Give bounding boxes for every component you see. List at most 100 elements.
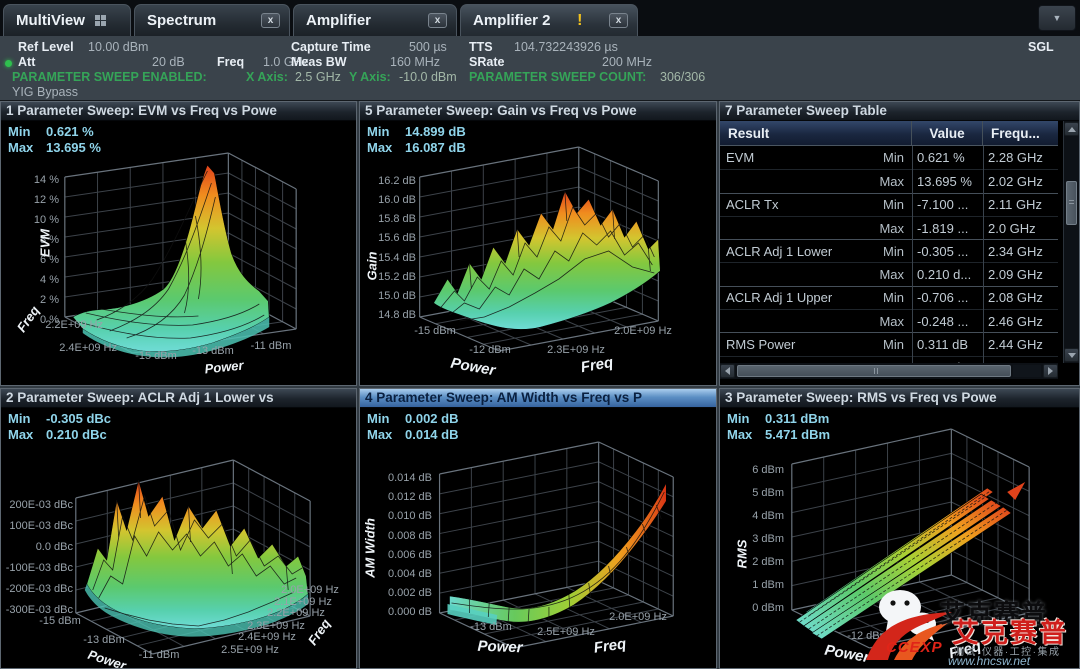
gain-ztick: 15.0 dB	[378, 290, 416, 302]
table-row: ACLR Adj 1 LowerMin-0.305 ...2.34 GHz	[720, 239, 1058, 262]
am-width-max-label: Max	[367, 427, 405, 443]
am-width-ztick: 0.014 dB	[388, 472, 432, 484]
gain-ztick: 16.2 dB	[378, 175, 416, 187]
att-value[interactable]: 20 dB	[152, 55, 185, 70]
panel-am-width-body: Min0.002 dB Max0.014 dB 0.014 dB 0.012 d…	[360, 408, 716, 668]
tab-amplifier-close-icon[interactable]: x	[428, 13, 447, 28]
gain-ztick: 15.4 dB	[378, 252, 416, 264]
capture-time-value[interactable]: 500 µs	[409, 40, 447, 55]
table-vertical-scrollbar[interactable]	[1063, 121, 1079, 363]
srate-value[interactable]: 200 MHz	[602, 55, 652, 70]
scroll-right-button[interactable]	[1043, 364, 1058, 378]
column-header-result[interactable]: Result	[720, 121, 912, 145]
tts-label[interactable]: TTS	[469, 40, 493, 55]
tab-amplifier-2-close-icon[interactable]: x	[609, 13, 628, 28]
am-width-ztick: 0.010 dB	[388, 510, 432, 522]
gain-ytick: 2.3E+09 Hz	[547, 344, 605, 356]
ref-level-label[interactable]: Ref Level	[18, 40, 74, 55]
evm-max-value: 13.695 %	[46, 140, 101, 155]
aclr-max-label: Max	[8, 427, 46, 443]
rms-ztick: 1 dBm	[752, 579, 784, 591]
rms-max-label: Max	[727, 427, 765, 443]
sweep-count-value: 306/306	[660, 70, 705, 85]
tab-multiview[interactable]: MultiView	[3, 4, 131, 36]
aclr-ztick: -200E-03 dBc	[6, 583, 73, 595]
aclr-ztick: 0.0 dBc	[36, 541, 73, 553]
sgl-indicator: SGL	[1028, 40, 1054, 55]
panel-rms-title[interactable]: 3 Parameter Sweep: RMS vs Freq vs Powe	[720, 389, 1079, 408]
table-row: ACLR Adj 1 UpperMin-0.706 ...2.08 GHz	[720, 286, 1058, 309]
rms-z-axis-label: RMS	[735, 540, 750, 569]
tab-bar: MultiView Spectrum x Amplifier x Amplifi…	[0, 0, 1080, 36]
am-width-xtick: -13 dBm	[470, 621, 512, 633]
panel-evm-title[interactable]: 1 Parameter Sweep: EVM vs Freq vs Powe	[1, 102, 356, 121]
yig-bypass-label: YIG Bypass	[12, 85, 78, 100]
panel-gain: 5 Parameter Sweep: Gain vs Freq vs Powe …	[359, 101, 717, 386]
sweep-y-axis-value: -10.0 dBm	[399, 70, 457, 85]
scroll-left-button[interactable]	[720, 364, 735, 378]
panel-aclr-lower: 2 Parameter Sweep: ACLR Adj 1 Lower vs M…	[0, 388, 357, 669]
ref-level-value[interactable]: 10.00 dBm	[88, 40, 148, 55]
att-label[interactable]: Att	[18, 55, 35, 70]
aclr-ytick: 2.0E+09 Hz	[281, 584, 339, 596]
am-width-min-label: Min	[367, 411, 405, 427]
table-row: ACLR TxMin-7.100 ...2.11 GHz	[720, 193, 1058, 216]
aclr-ztick: -100E-03 dBc	[6, 562, 73, 574]
tts-value[interactable]: 104.732243926 µs	[514, 40, 618, 55]
column-header-value[interactable]: Value	[912, 121, 983, 145]
table-body: EVMMin0.621 %2.28 GHz Max13.695 %2.02 GH…	[720, 146, 1058, 363]
rms-min-value: 0.311 dBm	[765, 411, 829, 426]
sweep-x-axis-value: 2.5 GHz	[295, 70, 341, 85]
gain-ztick: 15.8 dB	[378, 213, 416, 225]
evm-ytick: 2.4E+09 Hz	[59, 342, 117, 354]
srate-label[interactable]: SRate	[469, 55, 504, 70]
tab-multiview-label: MultiView	[16, 12, 85, 29]
vertical-scroll-thumb[interactable]	[1066, 181, 1077, 225]
am-width-ztick: 0.006 dB	[388, 549, 432, 561]
tab-overflow-dropdown[interactable]: ▼	[1038, 5, 1076, 31]
freq-label[interactable]: Freq	[217, 55, 244, 70]
aclr-ytick: 2.4E+09 Hz	[238, 631, 296, 643]
gain-max-label: Max	[367, 140, 405, 156]
evm-xtick: -11 dBm	[251, 340, 292, 352]
evm-ztick: 2 %	[40, 294, 59, 306]
evm-ztick: 4 %	[40, 274, 59, 286]
sweep-enabled-label: PARAMETER SWEEP ENABLED:	[12, 70, 207, 85]
tab-amplifier[interactable]: Amplifier x	[293, 4, 457, 36]
am-width-z-axis-label: AM Width	[363, 518, 378, 578]
table-row: Max13.695 %2.02 GHz	[720, 169, 1058, 192]
ccexp-logo-text: CCEXP	[886, 639, 943, 656]
aclr-ytick: 2.2E+09 Hz	[267, 607, 325, 619]
sweep-y-axis-label: Y Axis:	[349, 70, 391, 85]
horizontal-scroll-thumb[interactable]	[737, 365, 1011, 377]
evm-ztick: 12 %	[34, 194, 59, 206]
panel-evm-body: Min0.621 % Max13.695 % 14 % 12 % 10 % 8 …	[1, 121, 356, 385]
panel-am-width: 4 Parameter Sweep: AM Width vs Freq vs P…	[359, 388, 717, 669]
panel-aclr-lower-title[interactable]: 2 Parameter Sweep: ACLR Adj 1 Lower vs	[1, 389, 356, 408]
column-header-frequency[interactable]: Frequ...	[983, 121, 1058, 145]
scroll-up-button[interactable]	[1064, 122, 1079, 136]
evm-xtick: -15 dBm	[135, 350, 177, 362]
panel-sweep-table-title[interactable]: 7 Parameter Sweep Table	[720, 102, 1079, 121]
channel-info-bar: Ref Level 10.00 dBm Capture Time 500 µs …	[0, 36, 1080, 101]
column-separator	[983, 146, 984, 363]
evm-ztick: 14 %	[34, 174, 59, 186]
table-horizontal-scrollbar[interactable]	[720, 363, 1058, 379]
table-row: RMS PowerMin0.311 dB2.44 GHz	[720, 332, 1058, 355]
panel-gain-title[interactable]: 5 Parameter Sweep: Gain vs Freq vs Powe	[360, 102, 716, 121]
tab-amplifier-2[interactable]: Amplifier 2 ! x	[460, 4, 638, 36]
gain-ytick: 2.0E+09 Hz	[614, 325, 672, 337]
panel-am-width-title[interactable]: 4 Parameter Sweep: AM Width vs Freq vs P	[360, 389, 716, 408]
meas-bw-value[interactable]: 160 MHz	[390, 55, 440, 70]
capture-time-label[interactable]: Capture Time	[291, 40, 371, 55]
tab-spectrum[interactable]: Spectrum x	[134, 4, 290, 36]
panel-gain-body: Min14.899 dB Max16.087 dB 16.2 dB 16.0 d…	[360, 121, 716, 385]
meas-bw-label[interactable]: Meas BW	[291, 55, 347, 70]
scroll-down-button[interactable]	[1064, 348, 1079, 362]
evm-z-axis-label: EVM	[38, 229, 53, 257]
rms-ztick: 2 dBm	[752, 556, 784, 568]
tab-spectrum-close-icon[interactable]: x	[261, 13, 280, 28]
table-row: Max-0.248 ...2.46 GHz	[720, 309, 1058, 332]
table-row: Max-1.819 ...2.0 GHz	[720, 216, 1058, 239]
am-width-ztick: 0.008 dB	[388, 530, 432, 542]
